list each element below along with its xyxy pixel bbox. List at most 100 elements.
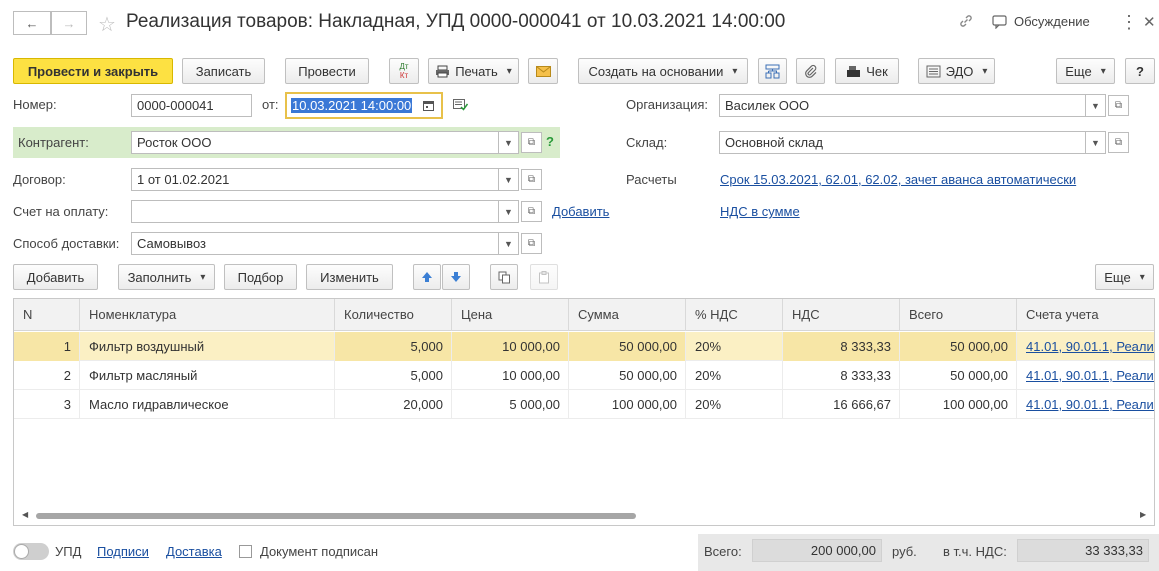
invoice-field[interactable] (131, 200, 499, 223)
organization-dropdown-button[interactable]: ▼ (1086, 94, 1106, 117)
create-based-on-button[interactable]: Создать на основании (578, 58, 748, 84)
paste-row-button[interactable] (530, 264, 558, 290)
edo-button[interactable]: ЭДО (918, 58, 995, 84)
document-signed-label: Документ подписан (260, 544, 379, 559)
fill-label: Заполнить (127, 269, 192, 285)
move-up-button[interactable] (413, 264, 441, 290)
help-button[interactable]: ? (1125, 58, 1155, 84)
table-row[interactable]: 1 Фильтр воздушный 5,000 10 000,00 50 00… (14, 332, 1154, 361)
warehouse-open-button[interactable]: ⧉ (1108, 132, 1129, 153)
counterparty-dropdown-button[interactable]: ▼ (499, 131, 519, 154)
chevron-down-icon: ▼ (1091, 100, 1100, 111)
organization-open-button[interactable]: ⧉ (1108, 95, 1129, 116)
post-button[interactable]: Провести (285, 58, 369, 84)
delivery-link[interactable]: Доставка (166, 544, 222, 559)
cell-vat-rate: 20% (686, 390, 783, 419)
settlements-link[interactable]: Срок 15.03.2021, 62.01, 62.02, зачет ава… (720, 172, 1076, 187)
column-header-nomenclature[interactable]: Номенклатура (80, 299, 335, 331)
attach-button[interactable] (796, 58, 825, 84)
dt-kt-button[interactable]: Дт Кт (389, 58, 419, 84)
counterparty-open-button[interactable]: ⧉ (521, 132, 542, 153)
chevron-down-icon: ▼ (504, 137, 513, 148)
organization-field[interactable]: Василек ООО (719, 94, 1086, 117)
column-header-quantity[interactable]: Количество (335, 299, 452, 331)
table-row[interactable]: 2 Фильтр масляный 5,000 10 000,00 50 000… (14, 361, 1154, 390)
receipt-button[interactable]: Чек (835, 58, 899, 84)
post-and-close-button[interactable]: Провести и закрыть (13, 58, 173, 84)
counterparty-help-icon[interactable]: ? (546, 134, 554, 149)
cell-accounts-link[interactable]: 41.01, 90.01.1, Реализация (1017, 361, 1154, 390)
contract-field[interactable]: 1 от 01.02.2021 (131, 168, 499, 191)
invoice-open-button[interactable]: ⧉ (521, 201, 542, 222)
cell-accounts-link[interactable]: 41.01, 90.01.1, Реализация (1017, 390, 1154, 419)
cell-vat-rate: 20% (686, 332, 783, 361)
discussion-button[interactable]: Обсуждение (992, 14, 1090, 29)
column-header-vat[interactable]: НДС (783, 299, 900, 331)
favorite-star-icon[interactable]: ☆ (98, 12, 116, 37)
contract-dropdown-button[interactable]: ▼ (499, 168, 519, 191)
chevron-down-icon: ▼ (504, 206, 513, 217)
invoice-dropdown-button[interactable]: ▼ (499, 200, 519, 223)
date-field[interactable]: 10.03.2021 14:00:00 (285, 92, 443, 119)
close-icon[interactable]: ✕ (1143, 13, 1156, 31)
back-button[interactable]: ← (13, 11, 51, 35)
more-button[interactable]: Еще (1056, 58, 1115, 84)
chat-icon (992, 14, 1007, 29)
create-based-on-label: Создать на основании (588, 63, 724, 79)
column-header-sum[interactable]: Сумма (569, 299, 686, 331)
fill-button[interactable]: Заполнить (118, 264, 215, 290)
change-button[interactable]: Изменить (306, 264, 393, 290)
print-button[interactable]: Печать (428, 58, 519, 84)
delivery-method-field[interactable]: Самовывоз (131, 232, 499, 255)
document-title: Реализация товаров: Накладная, УПД 0000-… (126, 11, 786, 32)
printer-icon (436, 65, 450, 77)
warehouse-field[interactable]: Основной склад (719, 131, 1086, 154)
counterparty-field[interactable]: Росток ООО (131, 131, 499, 154)
column-header-total[interactable]: Всего (900, 299, 1017, 331)
open-form-icon: ⧉ (527, 137, 536, 148)
structure-button[interactable] (758, 58, 787, 84)
forward-button[interactable]: → (51, 11, 87, 35)
scrollbar-thumb[interactable] (36, 513, 636, 519)
copy-row-button[interactable] (490, 264, 518, 290)
date-value: 10.03.2021 14:00:00 (291, 98, 413, 113)
number-field[interactable]: 0000-000041 (131, 94, 252, 117)
save-button[interactable]: Записать (182, 58, 265, 84)
upd-toggle[interactable] (13, 543, 49, 560)
email-button[interactable] (528, 58, 558, 84)
column-header-n[interactable]: N (14, 299, 80, 331)
change-label: Изменить (320, 269, 379, 285)
delivery-dropdown-button[interactable]: ▼ (499, 232, 519, 255)
scroll-right-icon[interactable]: ▶ (1140, 510, 1146, 519)
cell-accounts-link[interactable]: 41.01, 90.01.1, Реализация (1017, 332, 1154, 361)
more-vertical-icon[interactable]: ⋮ (1120, 12, 1138, 33)
contract-open-button[interactable]: ⧉ (521, 169, 542, 190)
chevron-down-icon: ▼ (1091, 137, 1100, 148)
vat-in-sum-link[interactable]: НДС в сумме (720, 204, 800, 219)
link-icon[interactable] (958, 13, 974, 32)
column-header-vat-rate[interactable]: % НДС (686, 299, 783, 331)
add-row-label: Добавить (26, 269, 85, 285)
column-header-accounts[interactable]: Счета учета (1017, 299, 1154, 331)
cell-quantity: 5,000 (335, 332, 452, 361)
confirm-date-icon[interactable] (453, 99, 469, 114)
table-row[interactable]: 3 Масло гидравлическое 20,000 5 000,00 1… (14, 390, 1154, 419)
goods-table[interactable]: N Номенклатура Количество Цена Сумма % Н… (13, 298, 1155, 526)
pick-button[interactable]: Подбор (224, 264, 297, 290)
document-signed-checkbox[interactable] (239, 545, 252, 558)
horizontal-scrollbar[interactable] (34, 512, 1144, 520)
move-down-button[interactable] (442, 264, 470, 290)
add-row-button[interactable]: Добавить (13, 264, 98, 290)
signatures-link[interactable]: Подписи (97, 544, 149, 559)
cell-price: 5 000,00 (452, 390, 569, 419)
post-and-close-label: Провести и закрыть (27, 63, 159, 79)
delivery-open-button[interactable]: ⧉ (521, 233, 542, 254)
chevron-down-icon: ▼ (504, 174, 513, 185)
add-invoice-link[interactable]: Добавить (552, 204, 609, 219)
table-more-button[interactable]: Еще (1095, 264, 1154, 290)
column-header-price[interactable]: Цена (452, 299, 569, 331)
cell-nomenclature: Масло гидравлическое (80, 390, 335, 419)
calendar-icon[interactable] (423, 100, 434, 111)
warehouse-dropdown-button[interactable]: ▼ (1086, 131, 1106, 154)
scroll-left-icon[interactable]: ◀ (22, 510, 28, 519)
